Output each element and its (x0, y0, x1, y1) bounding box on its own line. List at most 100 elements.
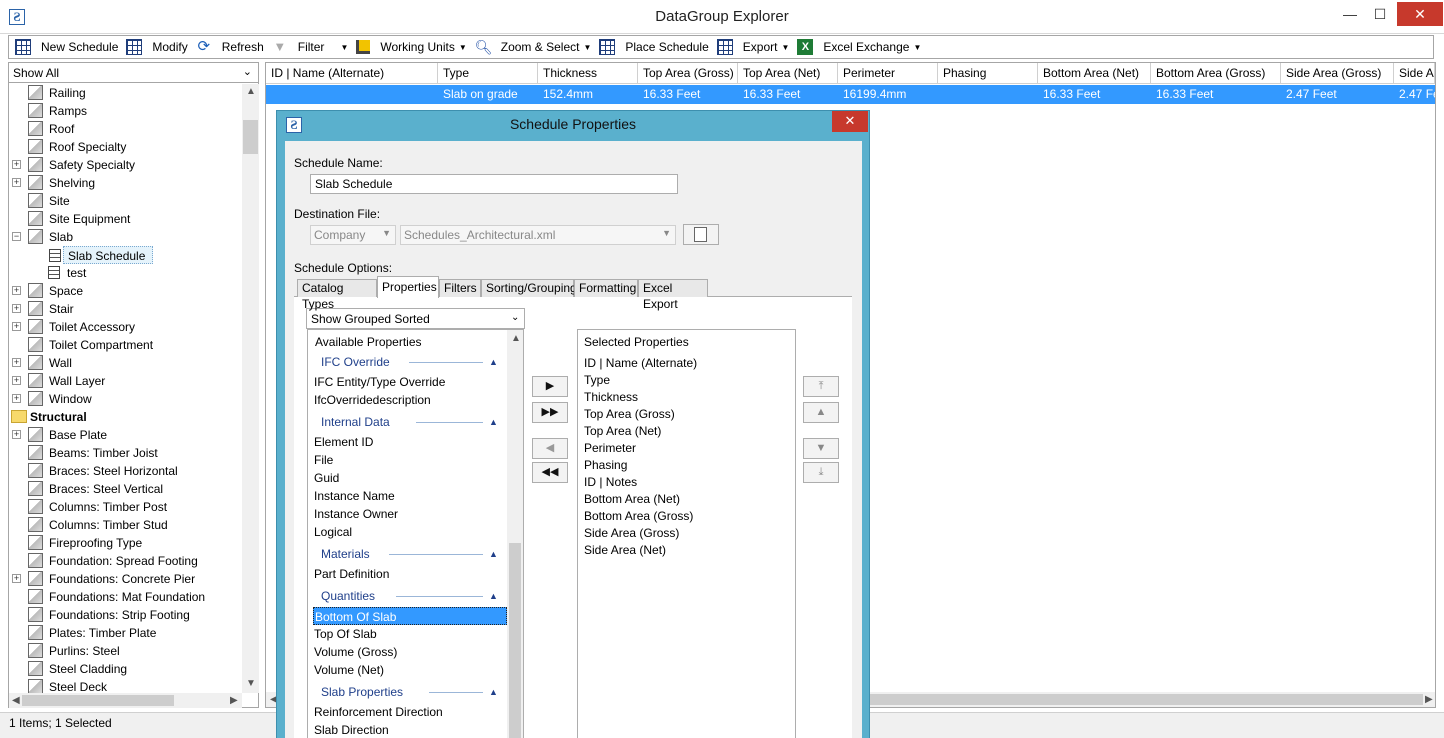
tree-vertical-scrollbar[interactable] (242, 84, 259, 693)
tree-item[interactable]: Purlins: Steel (9, 642, 242, 660)
tree-item[interactable]: Steel Deck (9, 678, 242, 693)
column-header[interactable]: Top Area (Gross) (638, 63, 738, 84)
tree-item[interactable]: test (9, 264, 242, 282)
tab-filters[interactable]: Filters (439, 279, 481, 297)
list-item[interactable]: Slab Direction (314, 721, 389, 738)
dialog-close-button[interactable]: ✕ (832, 111, 868, 132)
column-header[interactable]: Bottom Area (Gross) (1151, 63, 1281, 84)
list-item[interactable]: ID | Name (Alternate) (584, 354, 697, 372)
table-row[interactable]: Slab on grade 152.4mm 16.33 Feet 16.33 Feet… (266, 85, 1435, 104)
collapse-icon[interactable]: ▲ (489, 549, 498, 559)
destination-scope-select[interactable]: Company ▼ (310, 225, 396, 245)
list-item[interactable]: Top Area (Net) (584, 422, 661, 440)
remove-property-button[interactable]: ◀ (532, 438, 568, 459)
zoom-select-button[interactable]: 🔍︎ Zoom & Select ▼ (473, 36, 598, 58)
expand-toggle-icon[interactable]: + (12, 322, 21, 331)
add-all-properties-button[interactable]: ▶▶ (532, 402, 568, 423)
tree-hscroll-thumb[interactable] (22, 695, 174, 706)
property-group-header[interactable]: Internal Data (321, 413, 390, 431)
list-item[interactable]: Volume (Gross) (314, 643, 397, 661)
expand-toggle-icon[interactable]: + (12, 178, 21, 187)
tree-item[interactable]: Structural (9, 408, 242, 426)
list-item[interactable]: Element ID (314, 433, 373, 451)
list-item[interactable]: Bottom Of Slab (313, 607, 507, 625)
tree-item[interactable]: + Shelving (9, 174, 242, 192)
tree-item[interactable]: Columns: Timber Post (9, 498, 242, 516)
close-window-button[interactable]: ✕ (1397, 2, 1443, 26)
tree-item[interactable]: Toilet Compartment (9, 336, 242, 354)
scroll-right-icon[interactable]: ▶ (1425, 694, 1433, 705)
collapse-icon[interactable]: ▲ (489, 357, 498, 367)
tab-sorting-grouping[interactable]: Sorting/Grouping (481, 279, 577, 297)
list-item[interactable]: Bottom Area (Gross) (584, 507, 693, 525)
list-item[interactable]: Side Area (Gross) (584, 524, 679, 542)
maximize-button[interactable]: ☐ (1365, 4, 1395, 26)
list-item[interactable]: Phasing (584, 456, 627, 474)
tree-item[interactable]: Columns: Timber Stud (9, 516, 242, 534)
column-header[interactable]: Side Area (Gross) (1281, 63, 1394, 84)
tree-item[interactable]: + Stair (9, 300, 242, 318)
list-item[interactable]: Type (584, 371, 610, 389)
expand-toggle-icon[interactable]: + (12, 430, 21, 439)
property-group-header[interactable]: Quantities (321, 587, 375, 605)
place-schedule-button[interactable]: Place Schedule (597, 36, 714, 58)
collapse-icon[interactable]: ▲ (489, 591, 498, 601)
property-group-header[interactable]: IFC Override (321, 353, 390, 371)
tree-item[interactable]: Site (9, 192, 242, 210)
filter-button[interactable]: ▼ Filter ▼ (270, 36, 355, 58)
tree-item[interactable]: + Wall (9, 354, 242, 372)
tree-item[interactable]: Foundation: Spread Footing (9, 552, 242, 570)
list-item[interactable]: Side Area (Net) (584, 541, 666, 559)
property-group-header[interactable]: Slab Properties (321, 683, 403, 701)
minimize-button[interactable]: — (1335, 4, 1365, 26)
tree-item[interactable]: + Safety Specialty (9, 156, 242, 174)
tree-item[interactable]: + Window (9, 390, 242, 408)
list-item[interactable]: Top Of Slab (314, 625, 377, 643)
scroll-down-icon[interactable]: ▼ (246, 678, 256, 689)
tab-properties[interactable]: Properties (377, 276, 439, 298)
schedule-name-input[interactable]: Slab Schedule (310, 174, 678, 194)
list-item[interactable]: ID | Notes (584, 473, 637, 491)
list-item[interactable]: File (314, 451, 333, 469)
column-header[interactable]: Phasing (938, 63, 1038, 84)
tree-item[interactable]: Slab Schedule (49, 246, 153, 264)
expand-toggle-icon[interactable]: + (12, 304, 21, 313)
grid-hscroll-thumb[interactable] (868, 694, 1423, 705)
tree-scroll-thumb[interactable] (243, 120, 258, 154)
collapse-icon[interactable]: ▲ (489, 417, 498, 427)
tab-excel-export[interactable]: Excel Export (638, 279, 708, 311)
list-item[interactable]: Guid (314, 469, 339, 487)
tree-item[interactable]: Fireproofing Type (9, 534, 242, 552)
add-property-button[interactable]: ▶ (532, 376, 568, 397)
tree-item[interactable]: + Space (9, 282, 242, 300)
column-header[interactable]: Side Ar (1394, 63, 1435, 84)
list-item[interactable]: Perimeter (584, 439, 636, 457)
column-header[interactable]: Bottom Area (Net) (1038, 63, 1151, 84)
list-item[interactable]: Thickness (584, 388, 638, 406)
tree-item[interactable]: + Toilet Accessory (9, 318, 242, 336)
tree-item[interactable]: Steel Cladding (9, 660, 242, 678)
expand-toggle-icon[interactable]: + (12, 376, 21, 385)
column-header[interactable]: Top Area (Net) (738, 63, 838, 84)
expand-toggle-icon[interactable]: + (12, 286, 21, 295)
expand-toggle-icon[interactable]: + (12, 574, 21, 583)
list-item[interactable]: IFC Entity/Type Override (314, 373, 445, 391)
column-header[interactable]: Thickness (538, 63, 638, 84)
scroll-right-icon[interactable]: ▶ (230, 695, 238, 706)
scroll-up-icon[interactable]: ▲ (246, 86, 256, 97)
tree-item[interactable]: Braces: Steel Vertical (9, 480, 242, 498)
list-item[interactable]: Part Definition (314, 565, 389, 583)
expand-toggle-icon[interactable]: − (12, 232, 21, 241)
column-header[interactable]: Perimeter (838, 63, 938, 84)
destination-file-select[interactable]: Schedules_Architectural.xml ▼ (400, 225, 676, 245)
tree-item[interactable]: Roof (9, 120, 242, 138)
list-item[interactable]: Volume (Net) (314, 661, 384, 679)
tree-item[interactable]: Railing (9, 84, 242, 102)
tab-catalog-types[interactable]: Catalog Types (297, 279, 377, 311)
column-header[interactable]: ID | Name (Alternate) (266, 63, 438, 84)
tab-formatting[interactable]: Formatting (574, 279, 638, 297)
tree-item[interactable]: Ramps (9, 102, 242, 120)
tree-item[interactable]: + Foundations: Concrete Pier (9, 570, 242, 588)
tree-item[interactable]: Foundations: Strip Footing (9, 606, 242, 624)
list-item[interactable]: Instance Name (314, 487, 395, 505)
